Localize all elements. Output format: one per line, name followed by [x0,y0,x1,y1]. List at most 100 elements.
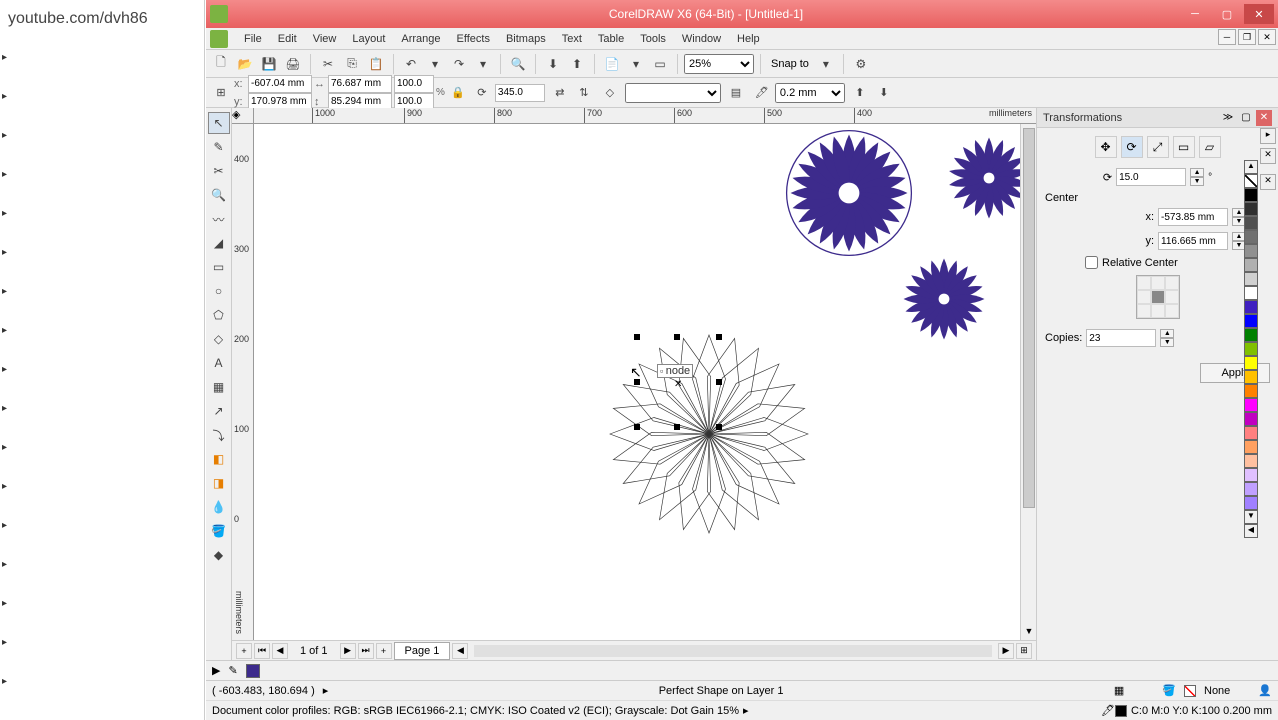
copies-down[interactable]: ▼ [1160,338,1174,347]
vertical-scrollbar[interactable]: ▲ ▼ [1020,124,1036,640]
scroll-down-icon[interactable]: ▼ [1023,626,1035,638]
snap-drop[interactable]: ▾ [815,53,837,75]
freehand-tool[interactable]: 〰 [208,208,230,230]
mdi-close[interactable]: ✕ [1258,29,1276,45]
color-swatch[interactable] [1244,328,1258,342]
no-color-swatch[interactable] [1244,174,1258,188]
color-swatch[interactable] [1244,398,1258,412]
ruler-horizontal[interactable]: 1000 900 800 700 600 500 400 millimeters [232,108,1036,124]
presets-button[interactable]: ⊞ [210,82,232,104]
docker-close-button[interactable]: ✕ [1256,110,1272,126]
transparency-tool[interactable]: ◨ [208,472,230,494]
copy-button[interactable]: ⎘ [341,53,363,75]
shape-tool[interactable]: ✎ [208,136,230,158]
color-swatch[interactable] [1244,202,1258,216]
center-y-input[interactable] [1158,232,1228,250]
interactive-fill-tool[interactable]: ◆ [208,544,230,566]
selection-handle[interactable] [716,379,722,385]
add-page-after-button[interactable]: + [376,643,392,659]
pick-tool[interactable]: ↖ [208,112,230,134]
close-hints-button[interactable]: ✕ [1260,148,1276,164]
fullscreen-button[interactable]: ▭ [649,53,671,75]
color-swatch[interactable] [1244,426,1258,440]
palette-up[interactable]: ▲ [1244,160,1258,174]
color-swatch[interactable] [1244,342,1258,356]
selection-handle[interactable] [674,334,680,340]
lock-ratio-button[interactable]: 🔒 [447,82,469,104]
color-swatch[interactable] [1244,412,1258,426]
color-swatch[interactable] [1244,258,1258,272]
open-button[interactable]: 📂 [234,53,256,75]
ruler-origin[interactable]: ◈ [232,108,254,124]
next-page-button[interactable]: ▶ [340,643,356,659]
angle-input[interactable] [1116,168,1186,186]
mirror-h-button[interactable]: ⇄ [549,82,571,104]
mdi-minimize[interactable]: ─ [1218,29,1236,45]
selection-handle[interactable] [634,334,640,340]
menu-tools[interactable]: Tools [632,33,674,45]
menu-text[interactable]: Text [554,33,590,45]
crop-tool[interactable]: ✂ [208,160,230,182]
export-button[interactable]: ⬆ [566,53,588,75]
selection-handle[interactable] [674,424,680,430]
selection-handle[interactable] [634,424,640,430]
palette-down[interactable]: ▼ [1244,510,1258,524]
last-page-button[interactable]: ⏭ [358,643,374,659]
ellipse-tool[interactable]: ○ [208,280,230,302]
center-x-input[interactable] [1158,208,1228,226]
color-swatch[interactable] [1244,300,1258,314]
prev-page-button[interactable]: ◀ [272,643,288,659]
publish-drop[interactable]: ▾ [625,53,647,75]
navigator-button[interactable]: ⊞ [1016,643,1032,659]
first-page-button[interactable]: ⏮ [254,643,270,659]
hints-button[interactable]: ▸ [1260,128,1276,144]
position-tab[interactable]: ✥ [1095,136,1117,158]
docker-maximize-button[interactable]: ▢ [1238,110,1254,126]
color-swatch[interactable] [1244,482,1258,496]
mdi-restore[interactable]: ❐ [1238,29,1256,45]
add-page-button[interactable]: + [236,643,252,659]
fill-tool[interactable]: 🪣 [208,520,230,542]
hscroll-left[interactable]: ◀ [452,643,468,659]
table-tool[interactable]: ▦ [208,376,230,398]
scrollbar-thumb[interactable] [1023,128,1035,508]
minimize-button[interactable]: ─ [1180,4,1210,24]
smart-fill-tool[interactable]: ◢ [208,232,230,254]
cut-button[interactable]: ✂ [317,53,339,75]
horizontal-scrollbar[interactable] [474,645,992,657]
connector-tool[interactable]: ⤵ [208,424,230,446]
effects-tool[interactable]: ◧ [208,448,230,470]
maximize-button[interactable]: ▢ [1212,4,1242,24]
color-swatch[interactable] [1244,272,1258,286]
page-tab[interactable]: Page 1 [394,642,451,660]
copies-up[interactable]: ▲ [1160,329,1174,338]
to-front-button[interactable]: ⬆ [849,82,871,104]
menu-table[interactable]: Table [590,33,632,45]
profiles-arrow-icon[interactable]: ▸ [743,704,749,717]
selection-handle[interactable] [716,424,722,430]
mirror-v-button[interactable]: ⇅ [573,82,595,104]
color-swatch[interactable] [1244,188,1258,202]
color-swatch[interactable] [1244,216,1258,230]
menu-arrange[interactable]: Arrange [393,33,448,45]
redo-drop[interactable]: ▾ [472,53,494,75]
print-button[interactable]: 🖨 [282,53,304,75]
polygon-tool[interactable]: ⬠ [208,304,230,326]
zoom-tool[interactable]: 🔍 [208,184,230,206]
x-position-input[interactable] [248,75,312,93]
zoom-select[interactable]: 25% [684,54,754,74]
relative-center-checkbox[interactable] [1085,256,1098,269]
menu-view[interactable]: View [305,33,345,45]
color-swatch[interactable] [1244,230,1258,244]
angle-down[interactable]: ▼ [1190,177,1204,186]
ruler-vertical[interactable]: 400 300 200 100 0 millimeters [232,124,254,640]
basic-shapes-tool[interactable]: ◇ [208,328,230,350]
palette-flyout[interactable]: ◀ [1244,524,1258,538]
eyedropper-tool[interactable]: 💧 [208,496,230,518]
wrap-text-button[interactable]: ▤ [725,82,747,104]
undo-button[interactable]: ↶ [400,53,422,75]
color-swatch[interactable] [1244,314,1258,328]
color-swatch[interactable] [1244,384,1258,398]
publish-pdf-button[interactable]: 📄 [601,53,623,75]
menu-bitmaps[interactable]: Bitmaps [498,33,554,45]
